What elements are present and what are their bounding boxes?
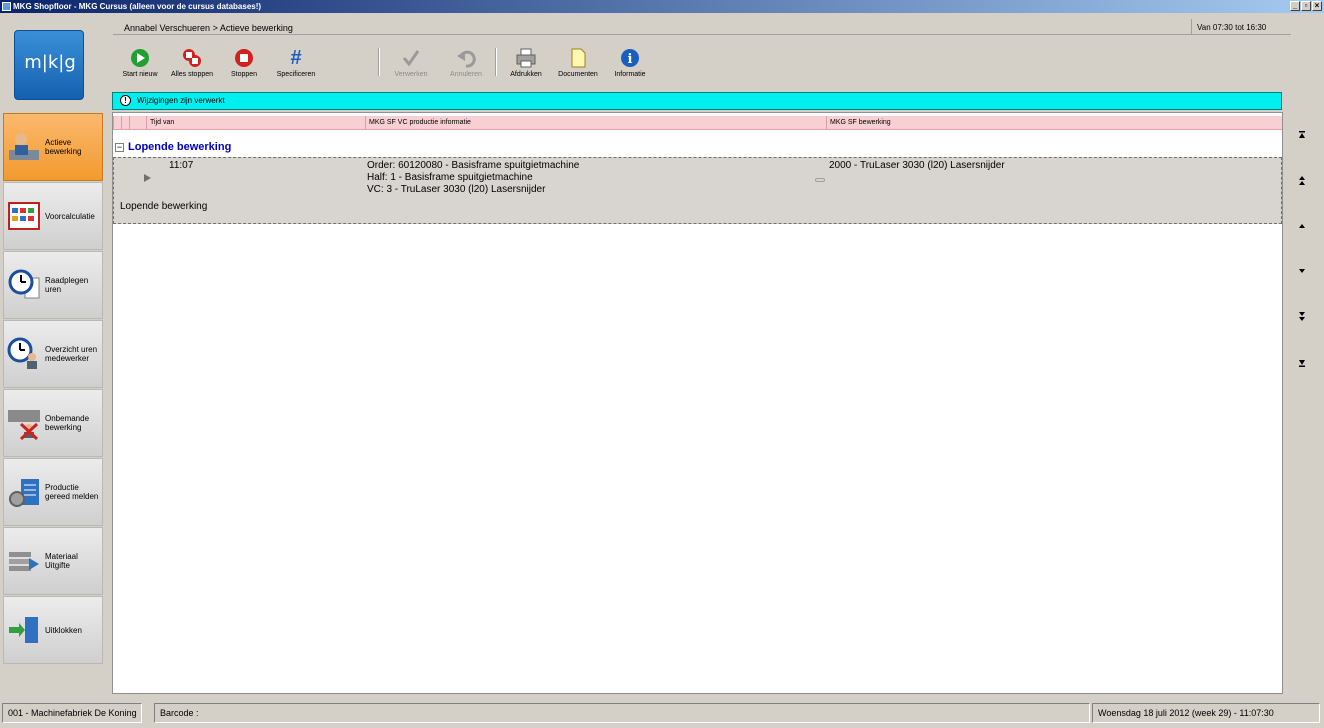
sidebar-item-label: Materiaal Uitgifte — [45, 552, 78, 570]
column-header-production-info[interactable]: MKG SF VC productie informatie — [365, 116, 815, 130]
link-icon — [815, 178, 825, 182]
cell-info-half: Half: 1 - Basisframe spuitgietmachine — [367, 172, 533, 183]
row-indicator-icon — [144, 174, 151, 182]
sidebar-item-onbemande-bewerking[interactable]: Onbemande bewerking — [3, 389, 103, 457]
sidebar-item-materiaal-uitgifte[interactable]: Materiaal Uitgifte — [3, 527, 103, 595]
page-up-icon[interactable] — [1296, 175, 1308, 187]
unmanned-machine-icon — [7, 406, 41, 441]
stop-all-icon — [182, 48, 202, 68]
cell-operation: 2000 - TruLaser 3030 (l20) Lasersnijder — [829, 160, 1005, 171]
info-exclamation-icon: ! — [120, 95, 131, 106]
specify-button[interactable]: # Specificeren — [272, 48, 320, 84]
worker-machine-icon — [7, 130, 41, 164]
sidebar-item-overzicht-uren[interactable]: Overzicht uren medewerker — [3, 320, 103, 388]
row-footer-label: Lopende bewerking — [120, 201, 208, 212]
stop-icon — [234, 48, 254, 68]
material-stack-icon — [7, 544, 41, 578]
calendar-grid-icon — [7, 199, 41, 233]
active-operations-grid[interactable]: Tijd van MKG SF VC productie informatie … — [112, 112, 1283, 694]
breadcrumb: Annabel Verschueren > Actieve bewerking — [124, 23, 293, 33]
close-button[interactable]: × — [1312, 1, 1322, 11]
svg-text:i: i — [628, 52, 633, 67]
notification-bar: ! Wijzigingen zijn verwerkt — [112, 92, 1282, 110]
sidebar-item-voorcalculatie[interactable]: Voorcalculatie — [3, 182, 103, 250]
cancel-button[interactable]: Annuleren — [446, 48, 486, 84]
sidebar-item-productie-gereed[interactable]: Productie gereed melden — [3, 458, 103, 526]
sidebar-item-label: Raadplegen uren — [45, 276, 89, 294]
check-pencil-icon — [401, 48, 421, 68]
next-record-icon[interactable] — [1296, 265, 1308, 277]
play-icon — [130, 48, 150, 68]
group-row[interactable]: − Lopende bewerking — [115, 141, 231, 155]
grid-header: Tijd van MKG SF VC productie informatie … — [113, 116, 1282, 130]
sidebar-item-label: Overzicht uren medewerker — [45, 345, 98, 363]
info-button[interactable]: i Informatie — [611, 48, 649, 84]
table-row[interactable]: 11:07 Order: 60120080 - Basisframe spuit… — [113, 157, 1282, 224]
group-label: Lopende bewerking — [128, 141, 232, 153]
cell-time: 11:07 — [169, 160, 194, 171]
last-record-icon[interactable] — [1296, 357, 1308, 369]
logo-text: m|k|g — [24, 52, 76, 73]
cell-info-order: Order: 60120080 - Basisframe spuitgietma… — [367, 160, 580, 171]
sidebar-item-label: Uitklokken — [45, 625, 82, 635]
column-header-time[interactable]: Tijd van — [146, 116, 365, 130]
title-bar: MKG Shopfloor - MKG Cursus (alleen voor … — [0, 0, 1324, 13]
sidebar-item-label: Productie gereed melden — [45, 483, 99, 501]
start-new-button[interactable]: Start nieuw — [120, 48, 160, 84]
printer-icon — [516, 48, 536, 68]
exit-door-icon — [7, 613, 41, 647]
stop-all-button[interactable]: Alles stoppen — [168, 48, 216, 84]
notification-text: Wijzigingen zijn verwerkt — [137, 96, 225, 105]
company-status: 001 - Machinefabriek De Koning — [2, 703, 142, 723]
window-title: MKG Shopfloor - MKG Cursus (alleen voor … — [13, 2, 262, 11]
sidebar-item-label: Voorcalculatie — [45, 211, 95, 221]
first-record-icon[interactable] — [1296, 129, 1308, 141]
gear-document-icon — [7, 475, 41, 509]
previous-record-icon[interactable] — [1296, 220, 1308, 232]
column-header-operation[interactable]: MKG SF bewerking — [826, 116, 1282, 130]
datetime-status: Woensdag 18 juli 2012 (week 29) - 11:07:… — [1092, 703, 1320, 723]
minimize-button[interactable]: _ — [1290, 1, 1300, 11]
hash-icon: # — [290, 47, 302, 69]
mkg-logo: m|k|g — [14, 30, 84, 100]
sidebar-item-raadplegen-uren[interactable]: Raadplegen uren — [3, 251, 103, 319]
clock-document-icon — [7, 268, 41, 302]
collapse-icon[interactable]: − — [115, 143, 124, 152]
app-icon — [2, 2, 11, 11]
sidebar-item-label: Onbemande bewerking — [45, 414, 90, 432]
status-bar: 001 - Machinefabriek De Koning Barcode :… — [0, 700, 1324, 728]
page-down-icon[interactable] — [1296, 311, 1308, 323]
print-button[interactable]: Afdrukken — [506, 48, 546, 84]
sidebar-item-label: Actieve bewerking — [45, 138, 82, 156]
time-range: Van 07:30 tot 16:30 — [1197, 23, 1267, 32]
stop-button[interactable]: Stoppen — [226, 48, 262, 84]
sidebar-item-actieve-bewerking[interactable]: Actieve bewerking — [3, 113, 103, 181]
undo-icon — [456, 48, 476, 68]
process-button[interactable]: Verwerken — [390, 48, 432, 84]
documents-button[interactable]: Documenten — [555, 48, 601, 84]
barcode-field[interactable]: Barcode : — [154, 703, 1090, 723]
clock-person-icon — [7, 337, 41, 371]
restore-button[interactable]: ▫ — [1301, 1, 1311, 11]
sidebar-item-uitklokken[interactable]: Uitklokken — [3, 596, 103, 664]
cell-info-vc: VC: 3 - TruLaser 3030 (l20) Lasersnijder — [367, 184, 546, 195]
document-icon — [568, 48, 588, 68]
info-icon: i — [620, 48, 640, 68]
